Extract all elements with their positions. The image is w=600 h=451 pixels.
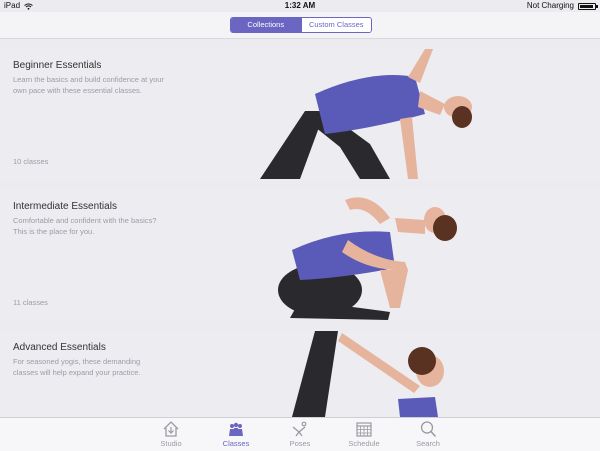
yoga-pose-photo	[260, 49, 472, 179]
card-description: Learn the basics and build confidence at…	[13, 75, 164, 95]
card-title: Intermediate Essentials	[13, 201, 117, 212]
tab-label: Classes	[222, 439, 250, 448]
card-description: For seasoned yogis, these demanding clas…	[13, 357, 141, 377]
tab-schedule[interactable]: Schedule	[339, 420, 389, 448]
battery-icon	[578, 2, 598, 10]
card-title: Beginner Essentials	[13, 60, 102, 71]
card-count: 11 classes	[13, 298, 48, 307]
tab-label: Schedule	[348, 439, 380, 448]
collections-tab[interactable]: Collections	[231, 18, 301, 32]
tab-search[interactable]: Search	[403, 420, 453, 448]
custom-classes-tab[interactable]: Custom Classes	[300, 18, 371, 32]
tab-label: Poses	[289, 439, 311, 448]
house-icon	[163, 421, 179, 437]
collection-card-intermediate[interactable]: Intermediate Essentials Comfortable and …	[0, 190, 600, 320]
tab-poses[interactable]: Poses	[275, 420, 325, 448]
yoga-pose-photo	[278, 197, 457, 320]
tab-label: Search	[416, 439, 440, 448]
clock: 1:32 AM	[284, 1, 316, 10]
tab-label: Studio	[160, 439, 182, 448]
header-bar: Collections Custom Classes	[0, 12, 600, 39]
status-right: Not Charging	[526, 0, 598, 12]
collection-card-beginner[interactable]: Beginner Essentials Learn the basics and…	[0, 49, 600, 179]
card-count: 10 classes	[13, 157, 49, 166]
group-icon	[229, 422, 243, 436]
card-title: Advanced Essentials	[13, 342, 106, 353]
battery-status: Not Charging	[526, 1, 574, 10]
tab-classes[interactable]: Classes	[211, 420, 261, 448]
calendar-icon	[356, 422, 372, 437]
status-bar: iPad 1:32 AM Not Charging	[0, 0, 600, 12]
collection-card-advanced[interactable]: Advanced Essentials For seasoned yogis, …	[0, 331, 600, 417]
yoga-pose-photo	[292, 331, 444, 417]
magnifier-icon	[420, 421, 437, 438]
view-switcher[interactable]: Collections Custom Classes	[230, 17, 372, 33]
card-description: Comfortable and confident with the basic…	[13, 216, 157, 236]
battery-level	[580, 4, 594, 8]
tab-bar: Studio Classes Poses Schedule Search	[0, 417, 600, 451]
tab-studio[interactable]: Studio	[146, 420, 196, 448]
pose-icon	[292, 421, 307, 437]
